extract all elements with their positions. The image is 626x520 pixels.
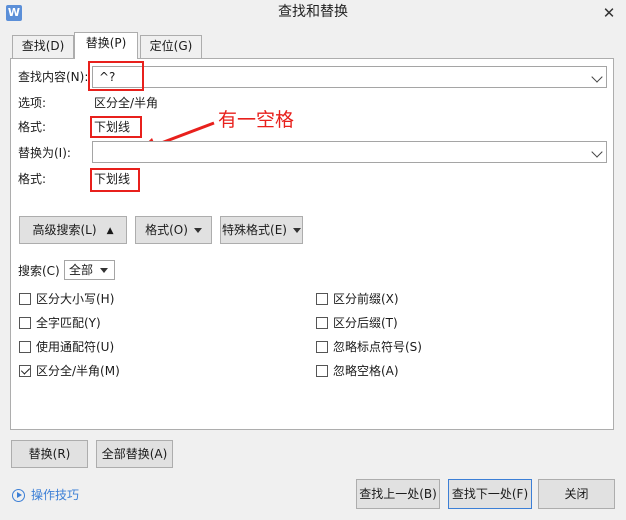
- search-scope-select[interactable]: 全部: [64, 260, 115, 280]
- ignore-punctuation-label[interactable]: 忽略标点符号(S): [333, 339, 422, 355]
- case-sensitive-label[interactable]: 区分大小写(H): [36, 291, 114, 307]
- dropdown-arrow-icon: [292, 228, 301, 233]
- tab-goto[interactable]: 定位(G): [140, 35, 202, 58]
- tab-find[interactable]: 查找(D): [12, 35, 74, 58]
- tips-icon[interactable]: [12, 489, 25, 502]
- dropdown-arrow-icon: [193, 228, 202, 233]
- replace-button[interactable]: 替换(R): [11, 440, 88, 468]
- chevron-down-icon[interactable]: [591, 71, 603, 83]
- case-sensitive-checkbox[interactable]: [19, 293, 31, 305]
- replace-format-label: 格式:: [18, 172, 47, 186]
- format-button[interactable]: 格式(O): [135, 216, 212, 244]
- tab-replace[interactable]: 替换(P): [74, 32, 138, 59]
- match-prefix-label[interactable]: 区分前缀(X): [333, 291, 399, 307]
- replace-input[interactable]: [92, 141, 607, 163]
- close-button[interactable]: 关闭: [538, 479, 615, 509]
- replace-label: 替换为(I):: [18, 146, 71, 160]
- replace-all-button[interactable]: 全部替换(A): [96, 440, 173, 468]
- match-prefix-checkbox[interactable]: [316, 293, 328, 305]
- find-next-button[interactable]: 查找下一处(F): [448, 479, 532, 509]
- expand-collapse-icon: ▲: [106, 225, 114, 236]
- options-value: 区分全/半角: [94, 96, 159, 110]
- find-label: 查找内容(N):: [18, 70, 89, 84]
- wildcards-checkbox[interactable]: [19, 341, 31, 353]
- ignore-spaces-checkbox[interactable]: [316, 365, 328, 377]
- chevron-down-icon[interactable]: [591, 146, 603, 158]
- options-label: 选项:: [18, 96, 47, 110]
- dropdown-arrow-icon: [100, 268, 108, 273]
- ignore-spaces-label[interactable]: 忽略空格(A): [333, 363, 399, 379]
- annotation-text: 有一空格: [218, 109, 295, 131]
- find-input[interactable]: ^?: [92, 66, 607, 88]
- search-scope-label: 搜索(C): [18, 264, 60, 278]
- window-title: 查找和替换: [278, 4, 348, 20]
- close-icon[interactable]: ✕: [596, 2, 622, 24]
- tips-link[interactable]: 操作技巧: [31, 487, 79, 503]
- whole-word-checkbox[interactable]: [19, 317, 31, 329]
- full-half-width-checkbox[interactable]: [19, 365, 31, 377]
- match-suffix-checkbox[interactable]: [316, 317, 328, 329]
- special-format-label: 特殊格式(E): [222, 223, 287, 237]
- search-scope-value: 全部: [69, 263, 94, 277]
- annotation-box-find: [88, 61, 144, 91]
- annotation-box-replace-format: [90, 168, 140, 192]
- format-button-label: 格式(O): [145, 223, 188, 237]
- advanced-search-button[interactable]: 高级搜索(L) ▲: [19, 216, 127, 244]
- advanced-search-label: 高级搜索(L): [32, 223, 97, 237]
- find-previous-button[interactable]: 查找上一处(B): [356, 479, 440, 509]
- ignore-punctuation-checkbox[interactable]: [316, 341, 328, 353]
- match-suffix-label[interactable]: 区分后缀(T): [333, 315, 398, 331]
- full-half-width-label[interactable]: 区分全/半角(M): [36, 363, 120, 379]
- whole-word-label[interactable]: 全字匹配(Y): [36, 315, 101, 331]
- special-format-button[interactable]: 特殊格式(E): [220, 216, 303, 244]
- wildcards-label[interactable]: 使用通配符(U): [36, 339, 114, 355]
- find-format-label: 格式:: [18, 120, 47, 134]
